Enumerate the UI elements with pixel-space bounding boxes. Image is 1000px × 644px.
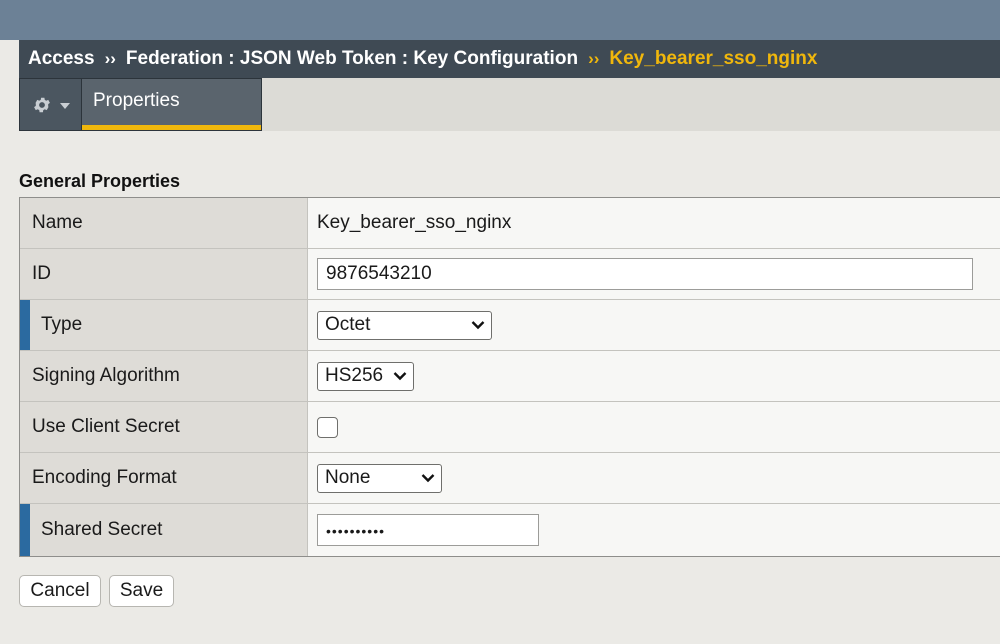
type-select-value: Octet	[325, 314, 371, 335]
signing-algorithm-row: Signing Algorithm HS256	[20, 351, 1000, 402]
shared-secret-row: Shared Secret ••••••••••	[20, 504, 1000, 556]
cancel-button[interactable]: Cancel	[19, 575, 101, 607]
chevron-down-icon	[421, 474, 435, 483]
id-value-cell	[308, 249, 1000, 299]
name-value-cell: Key_bearer_sso_nginx	[308, 198, 1000, 248]
breadcrumb-separator: ››	[104, 49, 116, 68]
name-value: Key_bearer_sso_nginx	[317, 212, 512, 233]
use-client-secret-row: Use Client Secret	[20, 402, 1000, 453]
section-title: General Properties	[19, 171, 181, 191]
settings-menu-button[interactable]	[19, 78, 82, 131]
id-row: ID	[20, 249, 1000, 300]
encoding-format-row: Encoding Format None	[20, 453, 1000, 504]
shared-secret-label: Shared Secret	[20, 504, 308, 556]
breadcrumb-current: Key_bearer_sso_nginx	[609, 48, 818, 69]
caret-down-icon	[59, 103, 70, 109]
type-value-cell: Octet	[308, 300, 1000, 350]
breadcrumb-separator: ››	[588, 49, 600, 68]
name-row: Name Key_bearer_sso_nginx	[20, 198, 1000, 249]
id-input[interactable]	[317, 258, 973, 290]
encoding-format-select[interactable]: None	[317, 463, 442, 493]
breadcrumb: Access ›› Federation : JSON Web Token : …	[19, 40, 1000, 78]
type-label: Type	[20, 300, 308, 350]
encoding-format-label: Encoding Format	[20, 453, 308, 503]
properties-table: Name Key_bearer_sso_nginx ID Type Octet …	[19, 197, 1000, 557]
name-label: Name	[20, 198, 308, 248]
chevron-down-icon	[471, 321, 485, 330]
gear-icon	[33, 97, 50, 112]
signing-algorithm-select-value: HS256	[325, 365, 384, 386]
tab-properties[interactable]: Properties	[82, 78, 262, 131]
signing-algorithm-select[interactable]: HS256	[317, 361, 414, 391]
encoding-format-select-value: None	[325, 467, 371, 488]
top-banner	[0, 0, 1000, 40]
breadcrumb-item-key-configuration[interactable]: Federation : JSON Web Token : Key Config…	[126, 48, 578, 70]
type-select[interactable]: Octet	[317, 310, 492, 340]
shared-secret-input[interactable]: ••••••••••	[317, 514, 539, 546]
type-row: Type Octet	[20, 300, 1000, 351]
use-client-secret-label: Use Client Secret	[20, 402, 308, 452]
chevron-down-icon	[393, 372, 407, 381]
active-tab-indicator	[82, 125, 261, 130]
encoding-format-value-cell: None	[308, 453, 1000, 503]
signing-algorithm-value-cell: HS256	[308, 351, 1000, 401]
id-label: ID	[20, 249, 308, 299]
shared-secret-value-cell: ••••••••••	[308, 504, 1000, 556]
signing-algorithm-label: Signing Algorithm	[20, 351, 308, 401]
breadcrumb-item-access[interactable]: Access	[28, 48, 95, 70]
use-client-secret-checkbox[interactable]	[317, 416, 338, 438]
save-button[interactable]: Save	[109, 575, 174, 607]
use-client-secret-value-cell	[308, 402, 1000, 452]
tab-label: Properties	[93, 90, 180, 111]
